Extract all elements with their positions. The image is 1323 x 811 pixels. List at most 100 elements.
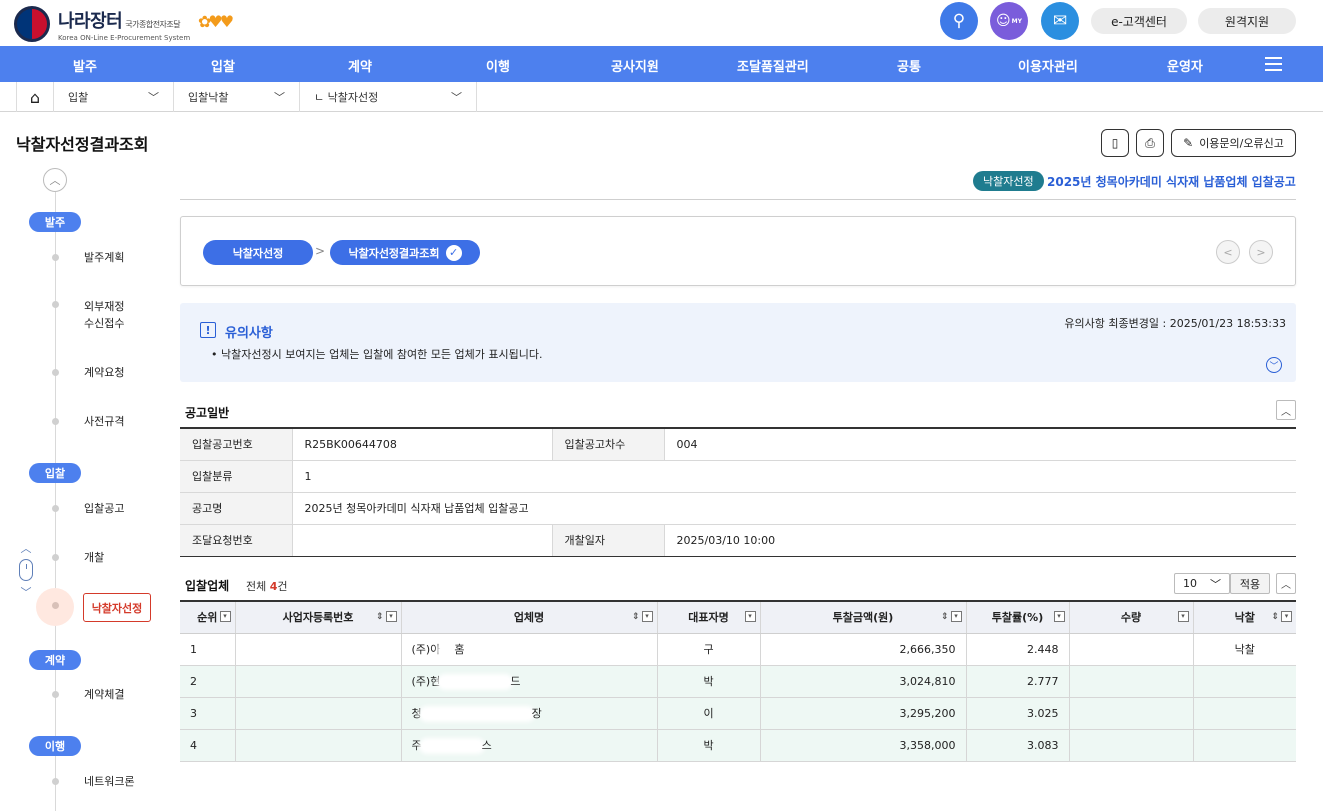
mouse-icon (19, 559, 33, 581)
cell-award (1193, 729, 1296, 762)
bid-class-value: 1 (292, 460, 1296, 493)
info-row: 조달요청번호 개찰일자 2025/03/10 10:00 (180, 524, 1296, 557)
nav-item-operator[interactable]: 운영자 (1167, 56, 1203, 75)
customer-center-button[interactable]: e-고객센터 (1091, 8, 1187, 34)
home-icon[interactable]: ⌂ (16, 82, 54, 112)
table-row[interactable]: 1 (주)아 홈 구 2,666,350 2.448 낙찰 (180, 633, 1296, 666)
sort-filter-icon[interactable]: ⇕ ▾ (941, 611, 962, 622)
step-winner-result[interactable]: 낙찰자선정결과조회 ✓ (330, 240, 480, 265)
general-section-title: 공고일반 (185, 406, 230, 420)
nav-item-users[interactable]: 이용자관리 (1018, 56, 1078, 75)
sidebar-item-order-plan[interactable]: 발주계획 (84, 249, 124, 266)
breadcrumb-level3[interactable]: ㄴ 낙찰자선정 ﹀ (300, 82, 477, 112)
nav-item-perform[interactable]: 이행 (486, 56, 510, 75)
sidebar-dot (52, 418, 59, 425)
sidebar-item-outside-line2: 수신접수 (84, 317, 125, 330)
nav-item-order[interactable]: 발주 (73, 56, 97, 75)
sort-filter-icon[interactable]: ⇕ ▾ (632, 611, 653, 622)
request-no-value (292, 524, 553, 557)
cell-rate: 3.083 (966, 729, 1070, 762)
sort-filter-icon[interactable]: ▾ (743, 611, 756, 622)
sidebar-item-outside[interactable]: 외부재정 수신접수 (84, 298, 124, 332)
col-rate[interactable]: 투찰률(%) ▾ (966, 601, 1070, 634)
nav-item-construction[interactable]: 공사지원 (611, 56, 659, 75)
nav-item-bid[interactable]: 입찰 (211, 56, 235, 75)
sidebar-item-opening[interactable]: 개찰 (84, 549, 104, 566)
sidebar-cat-perform[interactable]: 이행 (29, 736, 81, 756)
breadcrumb-level2[interactable]: 입찰낙찰 ﹀ (174, 82, 300, 112)
remote-support-button[interactable]: 원격지원 (1198, 8, 1296, 34)
print-button[interactable]: ⎙ (1136, 129, 1164, 157)
col-bizno-label: 사업자등록번호 (282, 611, 354, 625)
bidders-collapse-button[interactable]: ︿ (1276, 573, 1296, 594)
chevron-down-icon: ﹀ (1210, 577, 1221, 591)
sidebar-cat-order[interactable]: 발주 (29, 212, 81, 232)
sort-filter-icon[interactable]: ▾ (218, 611, 231, 622)
step-next-button[interactable]: > (1249, 240, 1273, 264)
nav-item-quality[interactable]: 조달품질관리 (737, 56, 809, 75)
step-winner-result-label: 낙찰자선정결과조회 (348, 246, 440, 260)
my-page-button[interactable]: ☺ MY (990, 2, 1028, 40)
chevron-up-icon[interactable]: ︿ (17, 540, 35, 556)
breadcrumb-level1[interactable]: 입찰 ﹀ (54, 82, 174, 112)
table-row[interactable]: 2 (주)현 드 박 3,024,810 2.777 (180, 665, 1296, 698)
sidebar-item-contract-sign[interactable]: 계약체결 (84, 686, 124, 703)
search-icon: ⚲ (952, 11, 966, 31)
opening-date-label: 개찰일자 (552, 524, 665, 557)
col-rank[interactable]: 순위 ▾ (180, 601, 236, 634)
table-row[interactable]: 3 청장 이 3,295,200 3.025 (180, 697, 1296, 730)
mail-button[interactable]: ✉ (1041, 2, 1079, 40)
sidebar-item-bid-notice[interactable]: 입찰공고 (84, 500, 124, 517)
cell-company: 주스 (401, 729, 658, 762)
breadcrumb-level2-label: 입찰낙찰 (188, 91, 229, 104)
chevron-up-icon[interactable]: ︿ (43, 168, 67, 192)
cell-qty (1069, 697, 1194, 730)
apply-button[interactable]: 적용 (1230, 573, 1270, 594)
report-button[interactable]: ✎ 이용문의/오류신고 (1171, 129, 1296, 157)
chevron-up-icon: ︿ (1281, 580, 1291, 591)
col-rep[interactable]: 대표자명 ▾ (657, 601, 761, 634)
check-icon: ✓ (445, 244, 462, 261)
cell-bizno (235, 729, 402, 762)
chevron-down-icon[interactable]: ﹀ (17, 584, 35, 600)
table-row[interactable]: 4 주스 박 3,358,000 3.083 (180, 729, 1296, 762)
breadcrumb-level3-label: ㄴ 낙찰자선정 (314, 91, 379, 104)
nav-item-common[interactable]: 공통 (897, 56, 921, 75)
sort-filter-icon[interactable]: ▾ (1176, 611, 1189, 622)
sort-filter-icon[interactable]: ▾ (1052, 611, 1065, 622)
nav-item-contract[interactable]: 계약 (348, 56, 372, 75)
page-size-select[interactable]: 10 ﹀ (1174, 573, 1230, 594)
col-company[interactable]: 업체명 ⇕ ▾ (401, 601, 658, 634)
search-button[interactable]: ⚲ (940, 2, 978, 40)
step-prev-button[interactable]: < (1216, 240, 1240, 264)
step-winner-select[interactable]: 낙찰자선정 (203, 240, 313, 265)
logo-title: 나라장터 (58, 10, 123, 32)
sidebar-item-network[interactable]: 네트워크론 (84, 773, 135, 790)
sidebar-dot (52, 254, 59, 261)
count-suffix: 건 (277, 580, 288, 593)
sidebar-cat-bid[interactable]: 입찰 (29, 463, 81, 483)
col-company-label: 업체명 (513, 611, 545, 625)
sort-filter-icon[interactable]: ⇕ ▾ (1271, 611, 1292, 622)
sort-filter-icon[interactable]: ⇕ ▾ (376, 611, 397, 622)
general-collapse-button[interactable]: ︿ (1276, 400, 1296, 420)
expand-chevron-icon[interactable]: ﹀ (1266, 357, 1282, 373)
redacted-mask (440, 645, 455, 655)
user-icon: ☺ (996, 13, 1011, 29)
sidebar-cat-contract[interactable]: 계약 (29, 650, 81, 670)
col-qty[interactable]: 수량 ▾ (1069, 601, 1194, 634)
sidebar-item-winner-select[interactable]: 낙찰자선정 (83, 593, 151, 622)
col-amount[interactable]: 투찰금액(원) ⇕ ▾ (760, 601, 967, 634)
manual-button[interactable]: ▯ (1101, 129, 1129, 157)
sidebar-scroll-control[interactable]: ︿ ﹀ (17, 540, 35, 600)
logo[interactable]: 나라장터 국가종합전자조달 Korea ON-Line E-Procurement… (14, 6, 190, 42)
sidebar-item-contract-request[interactable]: 계약요청 (84, 364, 124, 381)
col-award[interactable]: 낙찰 ⇕ ▾ (1193, 601, 1296, 634)
bid-no-value: R25BK00644708 (292, 428, 553, 461)
cell-rate: 3.025 (966, 697, 1070, 730)
col-bizno[interactable]: 사업자등록번호 ⇕ ▾ (235, 601, 402, 634)
cell-rep: 박 (657, 665, 761, 698)
hamburger-menu-icon[interactable] (1265, 57, 1282, 71)
caution-text: • 낙찰자선정시 보여지는 업체는 입찰에 참여한 모든 업체가 표시됩니다. (211, 348, 543, 361)
sidebar-item-pre-spec[interactable]: 사전규격 (84, 413, 124, 430)
